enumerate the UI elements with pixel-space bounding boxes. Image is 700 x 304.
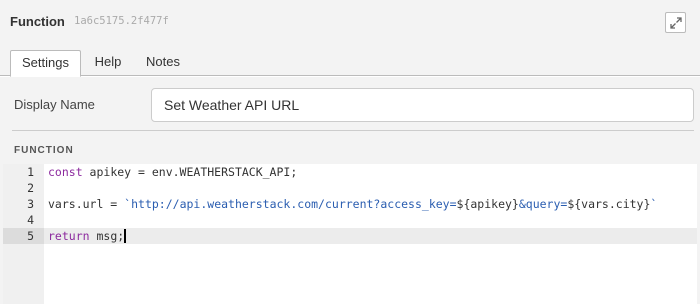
line-number: 1 <box>27 165 34 179</box>
text-cursor <box>124 229 126 243</box>
function-section-label: FUNCTION <box>14 145 74 156</box>
section-divider <box>12 130 694 131</box>
code-line: 3 vars.url = ` http://api.weatherstack.co… <box>3 196 697 212</box>
expand-arrows-icon <box>670 17 682 29</box>
node-id: 1a6c5175.2f477f <box>74 15 169 27</box>
keyword: return <box>48 229 90 243</box>
code-line: 4 <box>3 212 697 228</box>
display-name-label: Display Name <box>14 97 95 112</box>
line-number: 2 <box>27 181 34 195</box>
code-line: 1 const apikey = env.WEATHERSTACK_API; <box>3 164 697 180</box>
tray-header: Function 1a6c5175.2f477f <box>0 0 700 44</box>
template-interpolation: ${apikey} <box>456 197 519 211</box>
line-number: 3 <box>27 197 34 211</box>
tab-bar: Settings Help Notes <box>0 44 700 77</box>
string-literal: &query= <box>518 197 568 211</box>
line-number: 5 <box>27 229 34 243</box>
tab-notes[interactable]: Notes <box>139 50 187 76</box>
code-line: 2 <box>3 180 697 196</box>
settings-form: Display Name FUNCTION 1 const apikey = e… <box>0 77 700 304</box>
tab-help[interactable]: Help <box>88 50 128 76</box>
code-segment: msg; <box>89 229 125 243</box>
tray-title: Function <box>10 14 65 29</box>
code-text: vars.url = ` http://api.weatherstack.com/… <box>48 196 657 212</box>
display-name-input[interactable] <box>151 88 694 122</box>
code-segment: apikey = env.WEATHERSTACK_API; <box>82 165 298 179</box>
code-editor[interactable]: 1 const apikey = env.WEATHERSTACK_API; 2… <box>3 164 697 304</box>
code-text: const apikey = env.WEATHERSTACK_API; <box>48 164 297 180</box>
expand-button[interactable] <box>665 12 686 33</box>
code-line-active: 5 return msg; <box>3 228 697 244</box>
keyword: const <box>48 165 83 179</box>
code-segment: vars.url = <box>48 197 125 211</box>
string-literal: http://api.weatherstack.com/current?acce… <box>131 197 457 211</box>
tab-settings[interactable]: Settings <box>10 50 81 77</box>
template-tick: ` <box>650 197 658 211</box>
line-number: 4 <box>27 213 34 227</box>
template-interpolation: ${vars.city} <box>567 197 651 211</box>
code-text: return msg; <box>48 228 126 244</box>
